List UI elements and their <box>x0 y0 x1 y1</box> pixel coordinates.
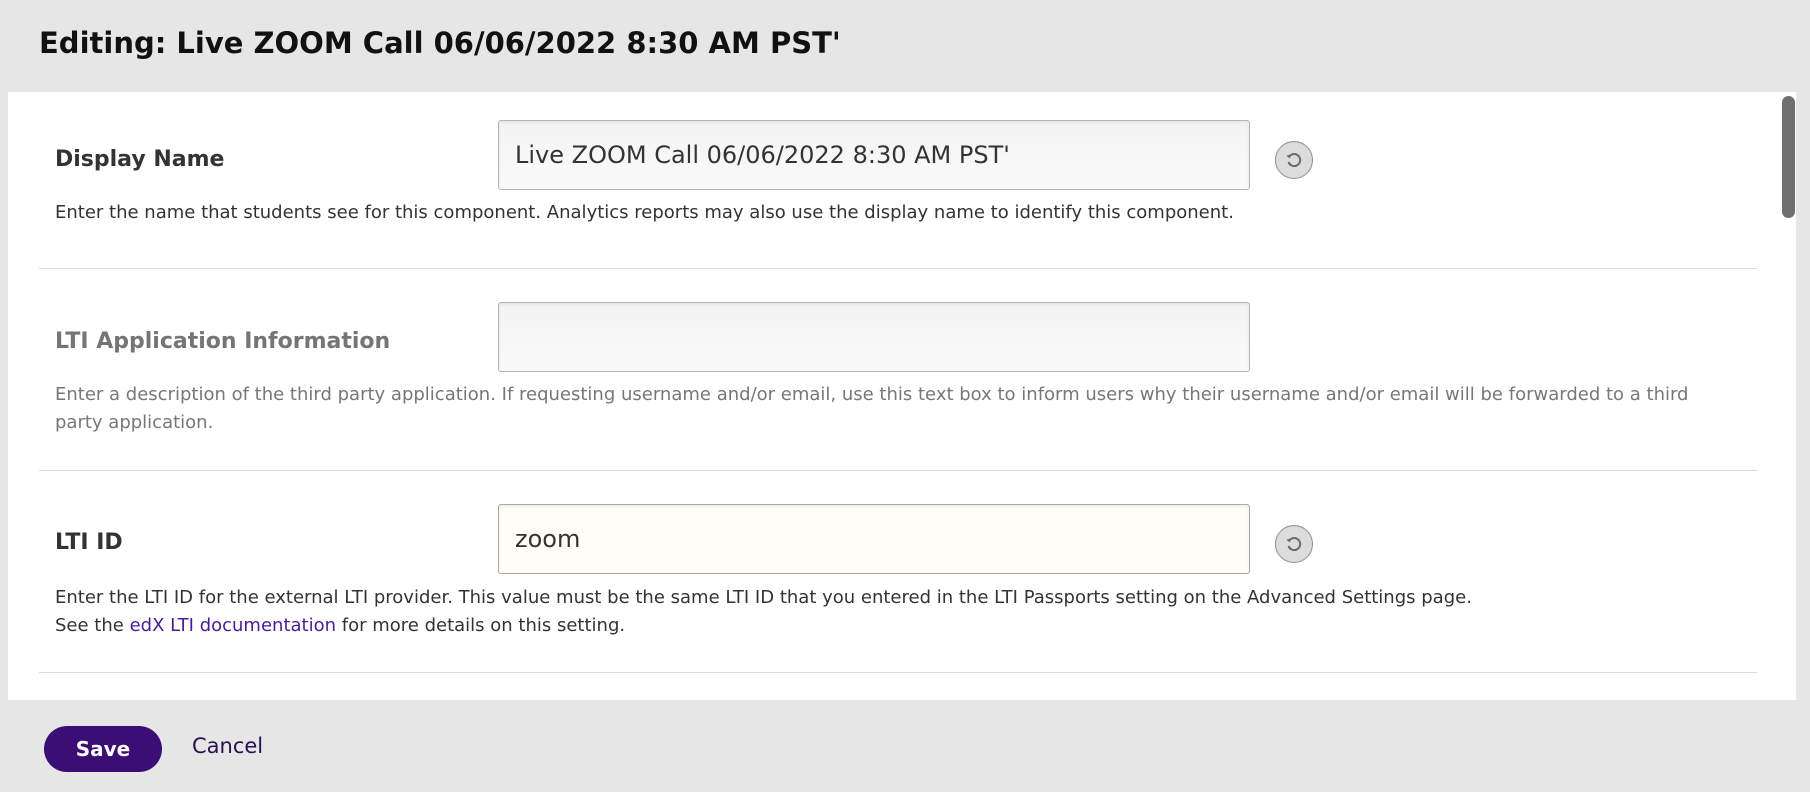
divider <box>39 268 1757 269</box>
help-text: for more details on this setting. <box>336 615 626 636</box>
divider <box>39 672 1757 673</box>
lti-id-help: Enter the LTI ID for the external LTI pr… <box>55 584 1735 640</box>
lti-id-input[interactable] <box>498 504 1250 574</box>
display-name-reset-button[interactable] <box>1275 141 1313 179</box>
display-name-input[interactable] <box>498 120 1250 190</box>
lti-app-info-input[interactable] <box>498 302 1250 372</box>
page-title: Editing: Live ZOOM Call 06/06/2022 8:30 … <box>39 26 841 60</box>
divider <box>39 470 1757 471</box>
lti-app-info-label: LTI Application Information <box>55 329 391 354</box>
reset-undo-icon <box>1286 153 1302 168</box>
lti-app-info-help: Enter a description of the third party a… <box>55 384 1689 433</box>
save-button[interactable]: Save <box>44 726 162 772</box>
edx-lti-documentation-link[interactable]: edX LTI documentation <box>130 615 336 636</box>
cancel-button[interactable]: Cancel <box>192 734 263 758</box>
modal-header: Editing: Live ZOOM Call 06/06/2022 8:30 … <box>0 0 1810 92</box>
lti-id-help-line: Enter the LTI ID for the external LTI pr… <box>55 587 1472 608</box>
display-name-label: Display Name <box>55 147 225 172</box>
settings-panel: Display Name Enter the name that student… <box>8 92 1796 700</box>
lti-id-help-doc-line: See the edX LTI documentation for more d… <box>55 612 1735 640</box>
scrollbar-thumb[interactable] <box>1782 96 1795 218</box>
help-text: See the <box>55 615 130 636</box>
display-name-help: Enter the name that students see for thi… <box>55 202 1234 223</box>
reset-undo-icon <box>1286 537 1302 552</box>
lti-id-label: LTI ID <box>55 530 123 555</box>
lti-id-reset-button[interactable] <box>1275 525 1313 563</box>
